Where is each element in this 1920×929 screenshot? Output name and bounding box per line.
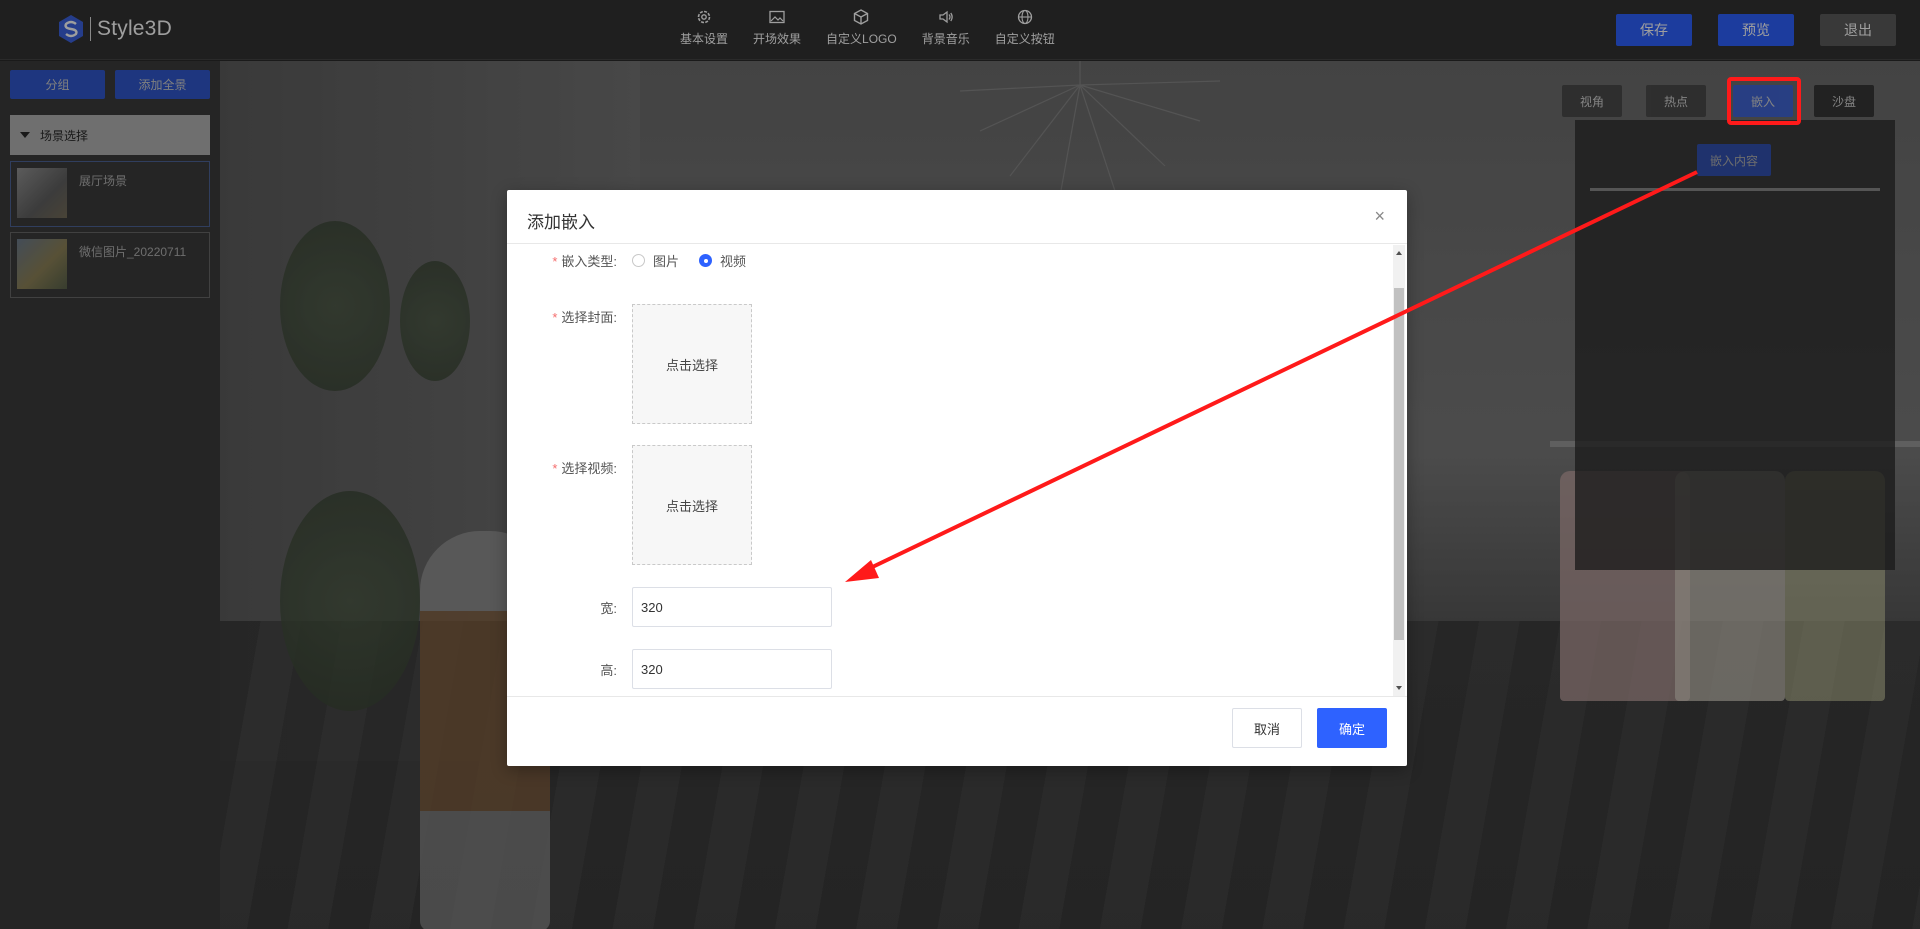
scroll-down-icon[interactable]: [1396, 686, 1402, 690]
video-label: * 选择视频:: [552, 461, 617, 476]
radio-label: 图片: [653, 254, 680, 269]
embed-type-radio-group: 图片 视频: [627, 251, 766, 270]
scroll-up-icon[interactable]: [1396, 251, 1402, 255]
dialog-title: 添加嵌入: [527, 213, 595, 232]
radio-video[interactable]: 视频: [699, 251, 746, 270]
width-row: 宽:: [507, 587, 832, 627]
dialog-scrollbar[interactable]: [1393, 245, 1405, 696]
add-embed-dialog: 添加嵌入 × * 嵌入类型: 图片 视频 * 选择封面: 点击选择 * 选择视频…: [507, 190, 1407, 766]
video-row: * 选择视频: 点击选择: [507, 445, 752, 565]
dialog-header: 添加嵌入 ×: [507, 190, 1407, 244]
width-label: 宽:: [600, 600, 617, 616]
scrollbar-thumb[interactable]: [1394, 288, 1404, 640]
cover-label: * 选择封面:: [552, 310, 617, 325]
height-label: 高:: [600, 662, 617, 678]
width-input[interactable]: [632, 587, 832, 627]
radio-unchecked-icon: [632, 254, 645, 267]
radio-checked-icon: [699, 254, 713, 267]
height-input[interactable]: [632, 649, 832, 689]
height-row: 高:: [507, 649, 832, 689]
cover-uploader[interactable]: 点击选择: [632, 304, 752, 424]
confirm-button[interactable]: 确定: [1317, 708, 1387, 748]
radio-label: 视频: [720, 254, 747, 269]
embed-type-label: * 嵌入类型:: [552, 254, 617, 269]
embed-type-row: * 嵌入类型: 图片 视频: [507, 251, 766, 270]
cover-row: * 选择封面: 点击选择: [507, 304, 752, 424]
cancel-button[interactable]: 取消: [1232, 708, 1302, 748]
dialog-footer: 取消 确定: [507, 696, 1407, 766]
video-uploader[interactable]: 点击选择: [632, 445, 752, 565]
annotation-highlight-box: [1727, 77, 1801, 125]
close-icon[interactable]: ×: [1374, 207, 1385, 225]
dialog-body[interactable]: *嵌入类型: 图片 视频 *选择封面: 点击选择 *选择视频: 点击选择: [507, 245, 1407, 696]
radio-image[interactable]: 图片: [632, 251, 679, 270]
